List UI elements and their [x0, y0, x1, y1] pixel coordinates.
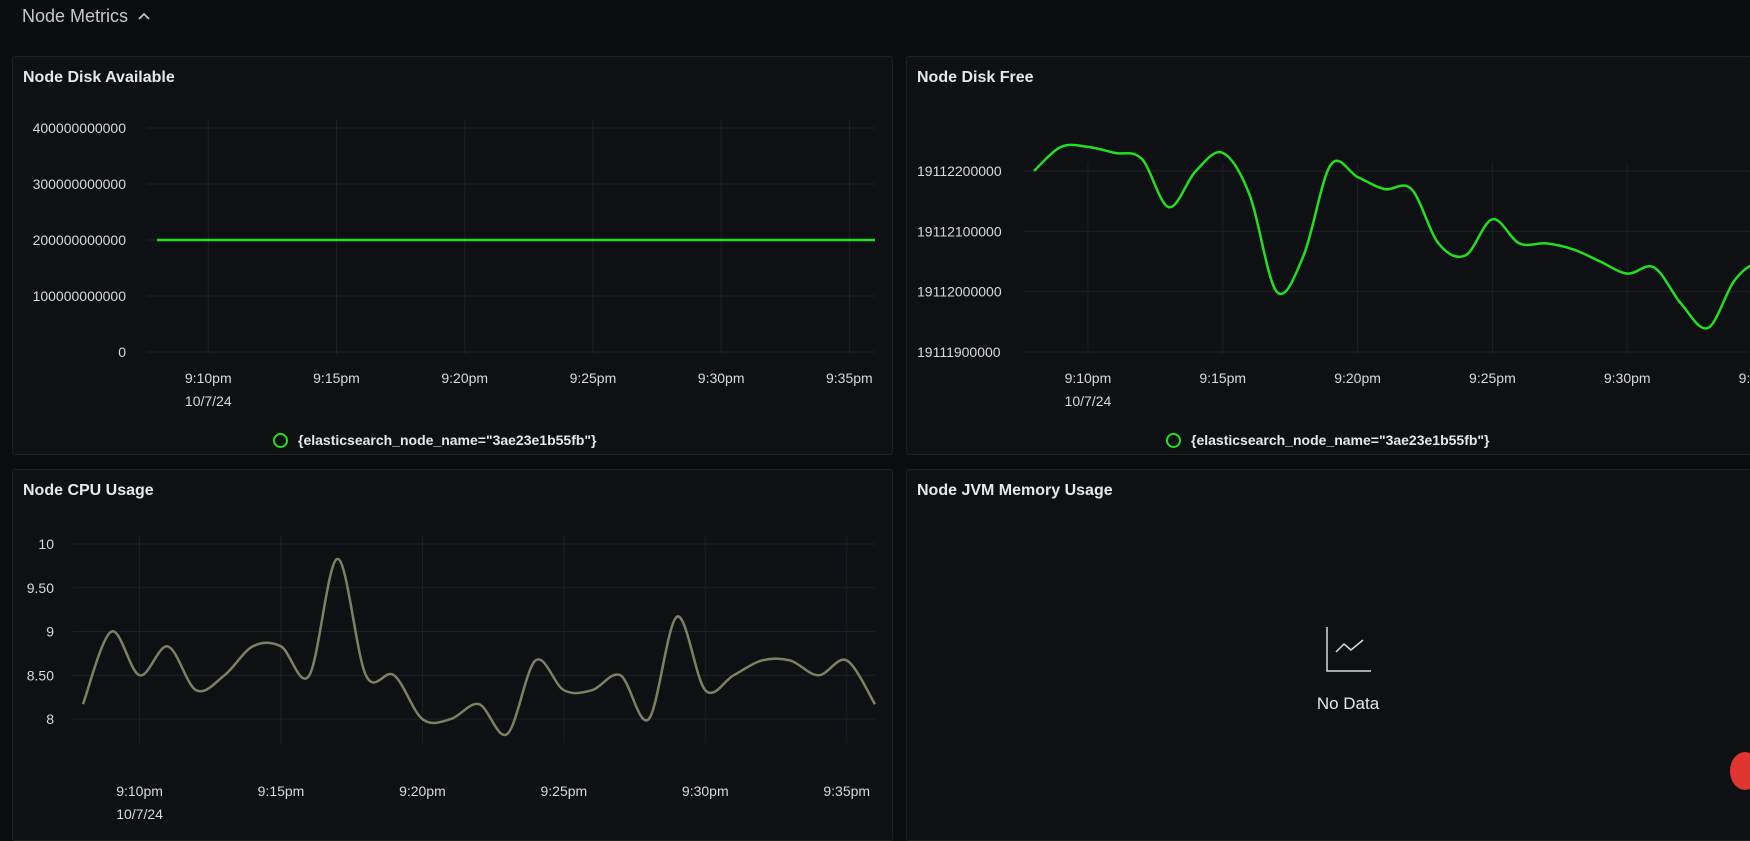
section-title: Node Metrics	[22, 5, 129, 26]
legend-circle-icon	[273, 432, 288, 448]
series-line	[1033, 143, 1750, 330]
x-tick-label: 9:10pm	[116, 783, 163, 799]
panel-jvm-memory: Node JVM Memory Usage No Data	[906, 469, 1750, 841]
x-tick-label: 9:30pm	[698, 370, 745, 386]
x-tick-label: 9:25pm	[541, 783, 588, 799]
chart-disk-free: 19112200000 19112100000 19112000000 1911190…	[917, 143, 1750, 409]
legend-item[interactable]: {elasticsearch_node_name="3ae23e1b55fb"}	[1166, 432, 1490, 448]
section-header-node-metrics[interactable]: Node Metrics	[22, 4, 152, 28]
x-tick-label: 9:25pm	[570, 370, 617, 386]
y-tick-label: 9	[46, 624, 54, 640]
line-chart-icon	[1326, 627, 1371, 672]
x-tick-label: 9:15pm	[1199, 370, 1246, 386]
x-date-label: 10/7/24	[116, 806, 163, 822]
legend-label: {elasticsearch_node_name="3ae23e1b55fb"}	[298, 432, 597, 448]
no-data-text: No Data	[1316, 694, 1380, 713]
chart-cpu-usage: 10 9.50 9 8.50 8 9:10pm 10/7/24 9:15pm 9:20pm 9:2…	[27, 536, 877, 822]
legend-label: {elasticsearch_node_name="3ae23e1b55fb"}	[1191, 432, 1490, 448]
legend-circle-icon	[1166, 432, 1181, 448]
y-tick-label: 19112100000	[917, 223, 1002, 239]
legend-item[interactable]: {elasticsearch_node_name="3ae23e1b55fb"}	[273, 432, 597, 448]
y-tick-label: 19112000000	[917, 284, 1002, 300]
x-tick-label: 9:10pm	[185, 370, 232, 386]
chevron-up-icon	[138, 12, 150, 20]
y-tick-label: 10	[38, 536, 54, 552]
x-tick-label: 9:20pm	[399, 783, 446, 799]
x-tick-label: 9:15pm	[258, 783, 305, 799]
x-tick-label: 9:35pm	[823, 783, 870, 799]
x-tick-label: 9:35pm	[826, 370, 873, 386]
x-tick-label: 9:20pm	[1334, 370, 1381, 386]
x-tick-label: 9:15pm	[313, 370, 360, 386]
y-tick-label: 19111900000	[917, 344, 1001, 360]
x-date-label: 10/7/24	[185, 393, 232, 409]
x-tick-label: 9:20pm	[441, 370, 488, 386]
series-group	[1033, 143, 1750, 330]
panel-cpu-usage: Node CPU Usage 10 9.50 9 8.50 8 9:10pm 10/7/24…	[12, 469, 893, 841]
panel-disk-free: Node Disk Free 19112200000 19112100000 191…	[906, 56, 1750, 455]
y-tick-label: 9.50	[27, 580, 54, 596]
y-tick-label: 400000000000	[33, 120, 127, 136]
y-tick-label: 200000000000	[33, 232, 127, 248]
panel-disk-available: Node Disk Available 400000000000 30000000…	[12, 56, 893, 455]
x-tick-label: 9:35pm	[1739, 370, 1750, 386]
x-date-label: 10/7/24	[1065, 393, 1112, 409]
y-tick-label: 100000000000	[33, 288, 127, 304]
y-tick-label: 8	[46, 711, 54, 727]
series-line	[81, 557, 877, 737]
y-tick-label: 19112200000	[917, 163, 1002, 179]
y-tick-label: 0	[118, 344, 126, 360]
x-tick-label: 9:30pm	[682, 783, 729, 799]
x-tick-label: 9:25pm	[1469, 370, 1516, 386]
panel-title: Node JVM Memory Usage	[917, 482, 1113, 499]
series-group	[81, 557, 877, 737]
y-tick-label: 8.50	[27, 667, 54, 683]
chart-disk-available: 400000000000 300000000000 200000000000 1000…	[33, 120, 875, 409]
x-tick-label: 9:30pm	[1604, 370, 1651, 386]
y-tick-label: 300000000000	[33, 176, 127, 192]
x-tick-label: 9:10pm	[1065, 370, 1112, 386]
